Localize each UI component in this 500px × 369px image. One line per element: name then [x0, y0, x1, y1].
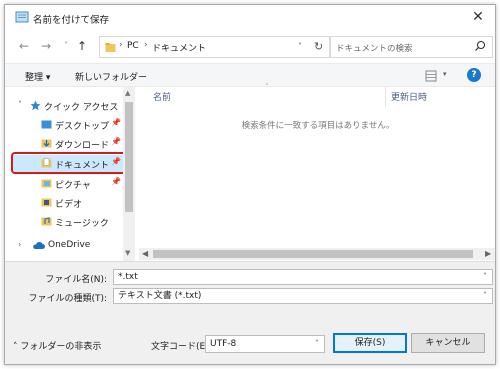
address-dropdown-icon[interactable]: ˅ [298, 42, 302, 51]
hide-folders-toggle[interactable]: ˄ フォルダーの非表示 [13, 339, 101, 352]
cancel-button[interactable]: キャンセル [411, 333, 485, 353]
pin-icon[interactable]: 📌 [111, 177, 121, 186]
empty-results-message: 検索条件に一致する項目はありません。 [241, 121, 395, 131]
up-arrow-icon[interactable]: ↑ [75, 39, 89, 53]
title-bar: 名前を付けて保存 ✕ [5, 5, 495, 31]
encoding-select[interactable]: UTF-8 ˅ [205, 335, 325, 353]
filename-label: ファイル名(N): [45, 275, 107, 285]
navigation-pane: ˅ クイック アクセス デスクトップ 📌 ダウンロード 📌 ドキュメント 📌 ピ… [5, 87, 135, 261]
scroll-up-icon[interactable]: ▲ [125, 89, 130, 97]
filename-field[interactable]: *.txt ˅ [113, 269, 493, 285]
nav-label-videos: ビデオ [55, 200, 83, 210]
cloud-icon [33, 242, 45, 249]
column-header-name[interactable]: 名前 [153, 90, 171, 103]
column-header-updated[interactable]: 更新日時 [391, 90, 427, 103]
recent-locations-icon[interactable]: ˅ [59, 39, 73, 53]
filetype-label: ファイルの種類(T): [28, 294, 107, 304]
filetype-dropdown-icon[interactable]: ˅ [483, 289, 487, 303]
expand-chevron-icon[interactable]: ˅ [18, 100, 22, 109]
music-folder-icon [41, 217, 52, 226]
back-arrow-icon[interactable]: ← [17, 39, 31, 53]
filename-value: *.txt [118, 272, 138, 282]
filename-dropdown-icon[interactable]: ˅ [483, 270, 487, 284]
path-separator-icon: › [144, 40, 148, 50]
toolbar: 整理 ▾ 新しいフォルダー ▾ ? [5, 63, 495, 87]
pin-icon[interactable]: 📌 [111, 137, 121, 146]
horizontal-scrollbar[interactable]: ◀ ▶ [139, 248, 495, 260]
column-divider[interactable] [385, 87, 386, 107]
encoding-value: UTF-8 [210, 339, 237, 349]
nav-scroll-thumb[interactable] [125, 102, 133, 212]
expand-chevron-right-icon[interactable]: › [18, 240, 21, 249]
downloads-folder-icon [41, 139, 52, 148]
star-icon [30, 100, 41, 111]
pictures-folder-icon [41, 179, 52, 188]
desktop-folder-icon [41, 120, 52, 129]
nav-scrollbar[interactable]: ▲ ▼ [123, 87, 135, 261]
hide-folders-label: フォルダーの非表示 [20, 342, 102, 352]
nav-label-onedrive: OneDrive [48, 240, 91, 250]
nav-item-quick-access[interactable]: ˅ クイック アクセス [5, 97, 123, 115]
nav-label-quick-access: クイック アクセス [44, 103, 119, 113]
refresh-icon[interactable]: ↻ [314, 40, 323, 53]
nav-label-music: ミュージック [55, 219, 109, 229]
search-icon[interactable] [474, 40, 486, 52]
scroll-down-icon[interactable]: ▼ [125, 249, 130, 257]
path-separator-icon: › [119, 40, 123, 50]
encoding-label: 文字コード(E): [151, 342, 212, 352]
sort-indicator-icon: ˄ [265, 83, 269, 91]
nav-item-desktop[interactable]: デスクトップ 📌 [5, 116, 123, 134]
nav-label-desktop: デスクトップ [55, 122, 110, 132]
nav-label-downloads: ダウンロード [55, 141, 110, 151]
search-placeholder: ドキュメントの検索 [336, 44, 413, 54]
help-icon[interactable]: ? [467, 68, 481, 82]
scroll-left-icon[interactable]: ◀ [142, 249, 148, 258]
new-folder-button[interactable]: 新しいフォルダー [75, 70, 147, 83]
nav-item-music[interactable]: ミュージック [5, 213, 123, 231]
documents-highlight-box [11, 152, 127, 174]
pin-icon[interactable]: 📌 [111, 118, 121, 127]
save-button[interactable]: 保存(S) [333, 333, 407, 353]
search-box[interactable]: ドキュメントの検索 [329, 36, 493, 58]
notepad-icon [15, 11, 29, 23]
save-options-panel: ファイル名(N): *.txt ˅ ファイルの種類(T): テキスト文書 (*.… [5, 261, 495, 364]
horizontal-scroll-thumb[interactable] [153, 250, 473, 258]
breadcrumb-documents[interactable]: ドキュメント [152, 41, 206, 54]
videos-folder-icon [41, 198, 52, 207]
nav-label-pictures: ピクチャ [55, 181, 91, 191]
folder-icon [105, 43, 116, 52]
address-bar[interactable]: › PC › ドキュメント ˅ ↻ [99, 36, 331, 58]
breadcrumb-pc[interactable]: PC [127, 41, 139, 51]
window-title: 名前を付けて保存 [33, 15, 110, 26]
view-options-icon[interactable] [425, 70, 437, 82]
close-icon[interactable]: ✕ [471, 10, 485, 24]
nav-item-downloads[interactable]: ダウンロード 📌 [5, 135, 123, 153]
nav-item-onedrive[interactable]: › OneDrive [5, 237, 123, 255]
filetype-select[interactable]: テキスト文書 (*.txt) ˅ [113, 288, 493, 304]
save-as-dialog: 名前を付けて保存 ✕ ← → ˅ ↑ › PC › ドキュメント ˅ ↻ ドキュ… [4, 4, 496, 365]
nav-item-videos[interactable]: ビデオ [5, 194, 123, 212]
file-list: ˄ 名前 更新日時 検索条件に一致する項目はありません。 [139, 83, 495, 261]
view-dropdown-icon[interactable]: ▾ [443, 70, 447, 78]
scroll-right-icon[interactable]: ▶ [485, 249, 491, 258]
nav-item-pictures[interactable]: ピクチャ 📌 [5, 175, 123, 193]
encoding-dropdown-icon[interactable]: ˅ [315, 336, 319, 352]
forward-arrow-icon[interactable]: → [39, 39, 53, 53]
filetype-value: テキスト文書 (*.txt) [118, 291, 202, 301]
organize-menu[interactable]: 整理 ▾ [25, 70, 50, 83]
